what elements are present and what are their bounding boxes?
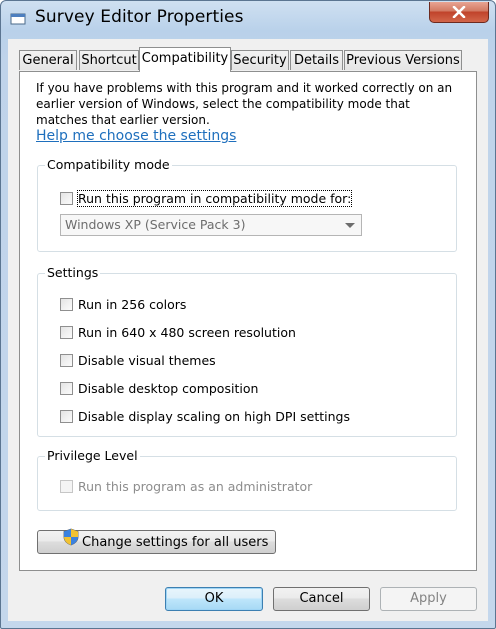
run-as-admin-option: Run this program as an administrator — [60, 478, 312, 494]
setting-disable-dpi-scaling-label: Disable display scaling on high DPI sett… — [78, 408, 350, 424]
setting-disable-desktop-composition[interactable]: Disable desktop composition — [60, 380, 258, 396]
run-as-admin-label: Run this program as an administrator — [78, 478, 313, 494]
application-icon — [10, 11, 26, 27]
intro-text: If you have problems with this program a… — [36, 81, 453, 127]
os-version-value: Windows XP (Service Pack 3) — [65, 217, 246, 232]
compatibility-mode-checkbox[interactable] — [60, 191, 73, 205]
window-title: Survey Editor Properties — [35, 7, 244, 27]
compatibility-mode-group: Compatibility mode Run this program in c… — [37, 157, 457, 252]
settings-label: Settings — [45, 265, 101, 280]
tab-security[interactable]: Security — [231, 50, 289, 70]
os-version-select: Windows XP (Service Pack 3) — [60, 214, 362, 236]
ok-button[interactable]: OK — [165, 587, 263, 611]
close-button[interactable] — [429, 2, 489, 23]
setting-disable-visual-themes-label: Disable visual themes — [78, 352, 216, 368]
dialog-body: General Shortcut Compatibility Security … — [8, 39, 488, 621]
setting-disable-visual-themes[interactable]: Disable visual themes — [60, 352, 216, 368]
setting-256-colors-checkbox[interactable] — [60, 297, 73, 311]
compatibility-mode-option[interactable]: Run this program in compatibility mode f… — [60, 189, 353, 207]
setting-disable-dpi-scaling[interactable]: Disable display scaling on high DPI sett… — [60, 408, 350, 424]
setting-256-colors[interactable]: Run in 256 colors — [60, 296, 186, 312]
dropdown-arrow-icon — [345, 223, 355, 228]
apply-button: Apply — [380, 587, 477, 611]
uac-shield-icon — [63, 528, 79, 554]
tab-compatibility[interactable]: Compatibility — [139, 47, 231, 72]
change-settings-all-users-label: Change settings for all users — [82, 535, 269, 550]
privilege-level-label: Privilege Level — [45, 448, 140, 463]
tab-previous-versions[interactable]: Previous Versions — [344, 50, 462, 70]
change-settings-all-users-button[interactable]: Change settings for all users — [37, 528, 276, 554]
cancel-button[interactable]: Cancel — [273, 587, 370, 611]
properties-window: Survey Editor Properties General Shortcu… — [0, 0, 496, 629]
close-icon — [452, 6, 466, 18]
help-link[interactable]: Help me choose the settings — [36, 128, 236, 144]
tab-general[interactable]: General — [19, 50, 77, 70]
setting-256-colors-label: Run in 256 colors — [78, 296, 187, 312]
tab-shortcut[interactable]: Shortcut — [79, 50, 139, 70]
setting-640x480-checkbox[interactable] — [60, 325, 73, 339]
privilege-level-group: Privilege Level Run this program as an a… — [37, 448, 457, 511]
setting-640x480-label: Run in 640 x 480 screen resolution — [78, 324, 296, 340]
tab-details[interactable]: Details — [290, 50, 343, 70]
setting-disable-visual-themes-checkbox[interactable] — [60, 353, 73, 367]
run-as-admin-checkbox — [60, 479, 73, 493]
setting-640x480[interactable]: Run in 640 x 480 screen resolution — [60, 324, 296, 340]
setting-disable-desktop-composition-label: Disable desktop composition — [78, 380, 259, 396]
settings-group: Settings Run in 256 colors Run in 640 x … — [37, 265, 457, 437]
compatibility-mode-checkbox-label: Run this program in compatibility mode f… — [76, 189, 353, 207]
setting-disable-desktop-composition-checkbox[interactable] — [60, 381, 73, 395]
setting-disable-dpi-scaling-checkbox[interactable] — [60, 409, 73, 423]
compatibility-panel: If you have problems with this program a… — [19, 71, 477, 571]
title-bar[interactable]: Survey Editor Properties — [1, 1, 495, 39]
compatibility-mode-label: Compatibility mode — [45, 157, 172, 172]
